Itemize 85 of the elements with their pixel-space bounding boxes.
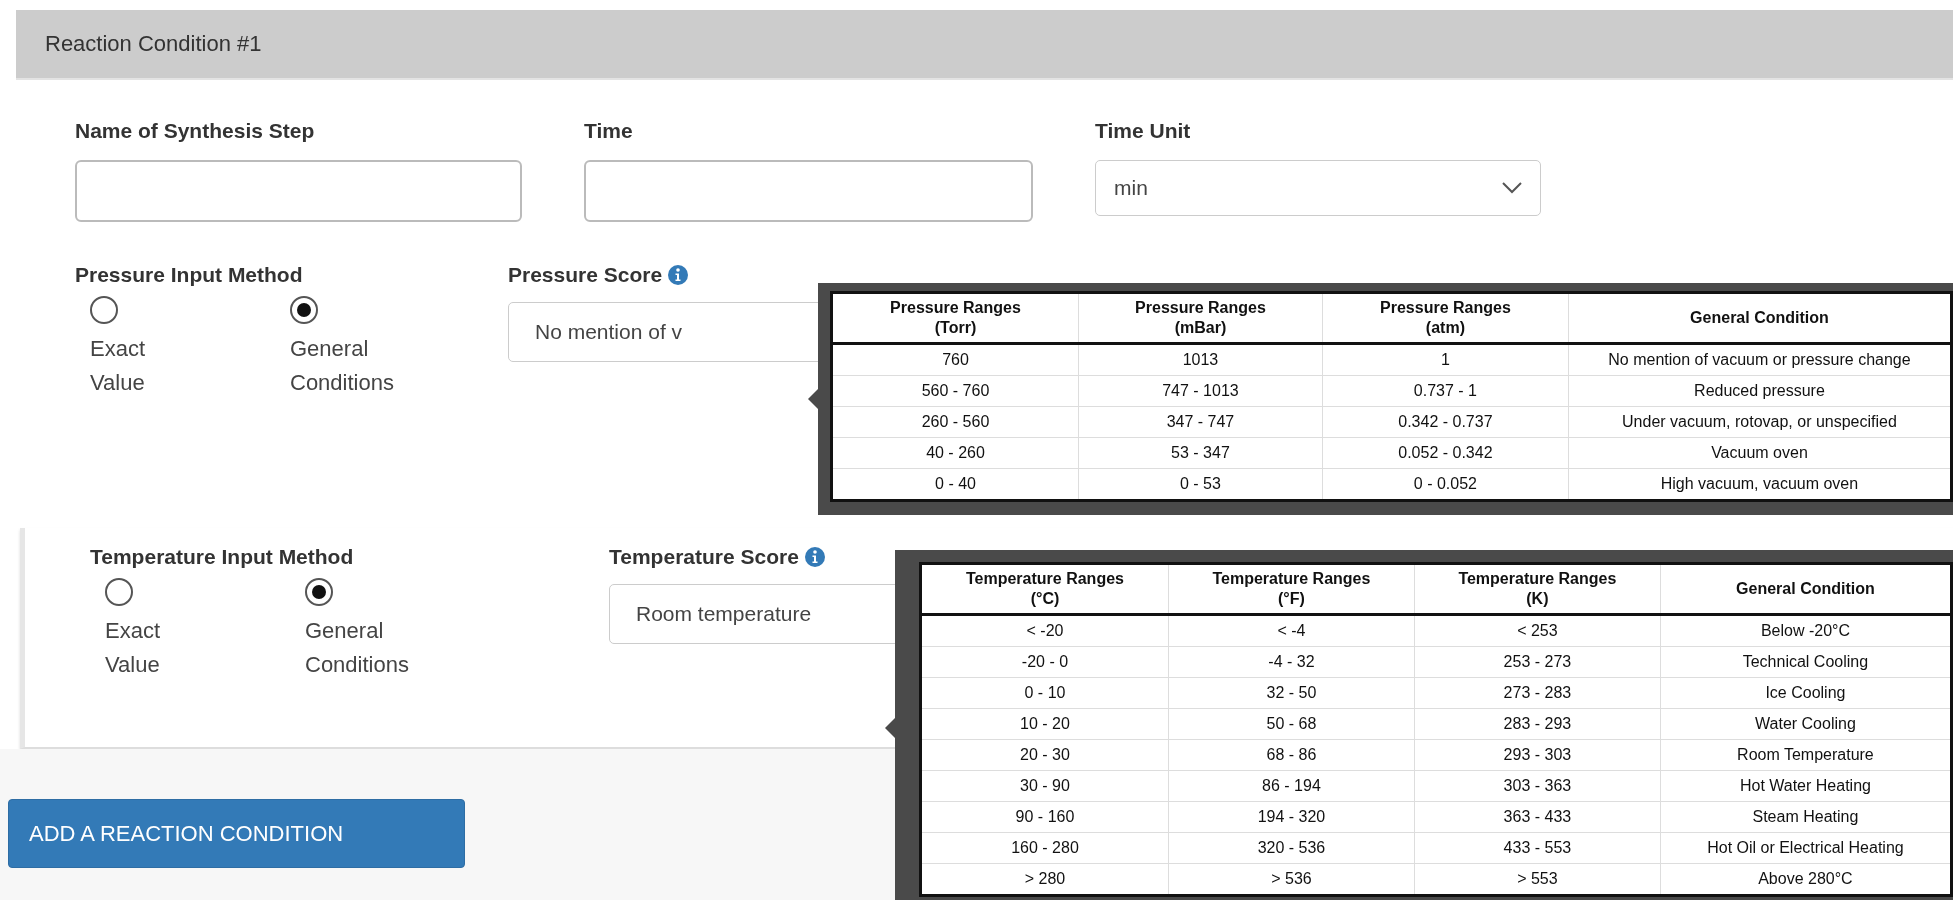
table-cell: 0.342 - 0.737 — [1322, 406, 1569, 438]
table-cell: 433 - 553 — [1414, 832, 1661, 864]
table-cell: Hot Oil or Electrical Heating — [1660, 832, 1952, 864]
table-cell: 293 - 303 — [1414, 739, 1661, 771]
table-cell: > 280 — [920, 863, 1169, 896]
table-cell: < 253 — [1414, 614, 1661, 647]
add-condition-button[interactable]: ADD A REACTION CONDITION — [8, 799, 465, 868]
table-cell: 760 — [831, 343, 1079, 376]
table-cell: 347 - 747 — [1078, 406, 1323, 438]
table-cell: Under vacuum, rotovap, or unspecified — [1568, 406, 1952, 438]
column-header: General Condition — [1690, 308, 1829, 328]
table-cell: 194 - 320 — [1168, 801, 1415, 833]
table-cell: Hot Water Heating — [1660, 770, 1952, 802]
table-cell: Reduced pressure — [1568, 375, 1952, 407]
radio-button[interactable] — [105, 578, 133, 606]
column-header: General Condition — [1736, 579, 1875, 599]
table-cell: 20 - 30 — [920, 739, 1169, 771]
table-cell: 50 - 68 — [1168, 708, 1415, 740]
table-cell: 303 - 363 — [1414, 770, 1661, 802]
table-cell: 32 - 50 — [1168, 677, 1415, 709]
section-title: Reaction Condition #1 — [45, 31, 262, 57]
field-label: Temperature Score — [609, 545, 799, 569]
field-label: Temperature Input Method — [90, 544, 355, 570]
table-cell: 0 - 10 — [920, 677, 1169, 709]
table-cell: Water Cooling — [1660, 708, 1952, 740]
table-cell: 40 - 260 — [831, 437, 1079, 469]
table-cell: 253 - 273 — [1414, 646, 1661, 678]
table-cell: -4 - 32 — [1168, 646, 1415, 678]
column-header: Temperature Ranges (K) — [1457, 569, 1618, 609]
field-label: Pressure Score — [508, 263, 663, 287]
column-header: Temperature Ranges (°F) — [1211, 569, 1372, 609]
table-cell: Room Temperature — [1660, 739, 1952, 771]
text-field[interactable] — [75, 160, 522, 222]
radio-button[interactable] — [90, 296, 118, 324]
field-label: Time — [584, 118, 634, 144]
table-cell: 160 - 280 — [920, 832, 1169, 864]
table-cell: 560 - 760 — [831, 375, 1079, 407]
table-cell: 1013 — [1078, 343, 1323, 376]
table-cell: No mention of vacuum or pressure change — [1568, 343, 1952, 376]
table-cell: > 536 — [1168, 863, 1415, 896]
radio-label: General Conditions — [305, 617, 410, 679]
table-cell: 363 - 433 — [1414, 801, 1661, 833]
table-cell: 1 — [1322, 343, 1569, 376]
table-cell: 0 - 0.052 — [1322, 468, 1569, 501]
radio-button[interactable] — [290, 296, 318, 324]
radio-label: Exact Value — [90, 335, 147, 397]
table-cell: 68 - 86 — [1168, 739, 1415, 771]
table-cell: 0.052 - 0.342 — [1322, 437, 1569, 469]
table-cell: 747 - 1013 — [1078, 375, 1323, 407]
radio-label: General Conditions — [290, 335, 395, 397]
table-cell: 273 - 283 — [1414, 677, 1661, 709]
table-cell: 0 - 40 — [831, 468, 1079, 501]
radio-button[interactable] — [305, 578, 333, 606]
table-cell: Above 280°C — [1660, 863, 1952, 896]
field-label: Pressure Input Method — [75, 262, 304, 288]
radio-label: Exact Value — [105, 617, 162, 679]
time-unit-select[interactable]: min — [1095, 160, 1541, 216]
table-cell: High vacuum, vacuum oven — [1568, 468, 1952, 501]
table-cell: 283 - 293 — [1414, 708, 1661, 740]
table-cell: Steam Heating — [1660, 801, 1952, 833]
table-cell: Technical Cooling — [1660, 646, 1952, 678]
info-icon[interactable] — [804, 547, 825, 567]
table-cell: Ice Cooling — [1660, 677, 1952, 709]
field-label: Name of Synthesis Step — [75, 118, 316, 144]
table-cell: 86 - 194 — [1168, 770, 1415, 802]
table-cell: 320 - 536 — [1168, 832, 1415, 864]
column-header: Pressure Ranges (mBar) — [1134, 298, 1267, 338]
table-cell: > 553 — [1414, 863, 1661, 896]
table-cell: < -4 — [1168, 614, 1415, 647]
table-cell: 260 - 560 — [831, 406, 1079, 438]
table-cell: 53 - 347 — [1078, 437, 1323, 469]
table-cell: 30 - 90 — [920, 770, 1169, 802]
table-cell: 0 - 53 — [1078, 468, 1323, 501]
table-cell: 90 - 160 — [920, 801, 1169, 833]
field-label: Time Unit — [1095, 118, 1192, 144]
table-cell: Vacuum oven — [1568, 437, 1952, 469]
text-field[interactable] — [584, 160, 1033, 222]
table-cell: -20 - 0 — [920, 646, 1169, 678]
table-cell: Below -20°C — [1660, 614, 1952, 647]
chevron-down-icon — [1502, 182, 1522, 194]
table-cell: 10 - 20 — [920, 708, 1169, 740]
table-cell: < -20 — [920, 614, 1169, 647]
table-cell: 0.737 - 1 — [1322, 375, 1569, 407]
column-header: Pressure Ranges (atm) — [1379, 298, 1512, 338]
info-icon[interactable] — [668, 265, 689, 285]
